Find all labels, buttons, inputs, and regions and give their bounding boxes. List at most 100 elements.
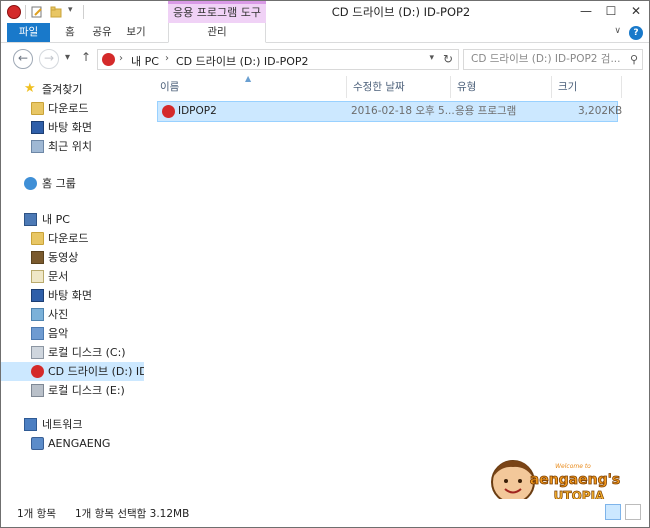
navigation-bar: ← → ▾ ↑ › 내 PC › CD 드라이브 (D:) ID-POP2 ▾ … [1, 44, 649, 74]
nav-item-label: CD 드라이브 (D:) ID-POP2 [48, 365, 144, 378]
breadcrumb-chevron-icon[interactable]: › [165, 53, 169, 64]
nav-item-label: 로컬 디스크 (C:) [48, 346, 126, 359]
cd-drive-icon [31, 365, 44, 378]
properties-icon[interactable] [31, 6, 43, 18]
nav-item-recent[interactable]: 최근 위치 [1, 137, 144, 156]
network-icon [24, 418, 37, 431]
nav-item-label: 바탕 화면 [48, 289, 92, 302]
up-button[interactable]: ↑ [81, 50, 91, 64]
expand-ribbon-icon[interactable]: ∨ [614, 26, 621, 36]
nav-item-label: 문서 [48, 270, 69, 283]
column-header-modified[interactable]: 수정한 날짜 [347, 76, 451, 98]
quick-access-dropdown-icon[interactable]: ▾ [68, 5, 80, 17]
pictures-folder-icon [31, 308, 44, 321]
tab-manage[interactable]: 관리 [168, 23, 266, 43]
breadcrumb-cd-drive[interactable]: CD 드라이브 (D:) ID-POP2 [176, 53, 309, 69]
nav-item-desktop[interactable]: 바탕 화면 [1, 118, 144, 137]
cd-drive-icon [102, 53, 115, 66]
item-count: 1개 항목 [17, 508, 56, 520]
nav-item-network[interactable]: 네트워크 [1, 415, 144, 434]
title-separator [83, 5, 84, 19]
nav-item-label: 다운로드 [48, 232, 89, 245]
column-header-type[interactable]: 유형 [451, 76, 552, 98]
documents-folder-icon [31, 270, 44, 283]
nav-item-this-pc[interactable]: 내 PC [1, 210, 144, 229]
details-view-icon[interactable] [605, 504, 621, 520]
downloads-folder-icon [31, 232, 44, 245]
nav-item-favorites[interactable]: ★ 즐겨찾기 [1, 80, 144, 99]
window-title: CD 드라이브 (D:) ID-POP2 [331, 5, 471, 19]
nav-item-drive-e[interactable]: 로컬 디스크 (E:) [1, 381, 144, 400]
this-pc-icon [24, 213, 37, 226]
file-type: 응용 프로그램 [455, 105, 517, 117]
explorer-window: ▾ 응용 프로그램 도구 CD 드라이브 (D:) ID-POP2 — ☐ ✕ … [0, 0, 650, 528]
nav-item-videos[interactable]: 동영상 [1, 248, 144, 267]
music-folder-icon [31, 327, 44, 340]
search-input[interactable]: CD 드라이브 (D:) ID-POP2 검... ⚲ [463, 49, 643, 70]
tab-share[interactable]: 공유 [89, 23, 115, 42]
title-bar: ▾ 응용 프로그램 도구 CD 드라이브 (D:) ID-POP2 — ☐ ✕ [1, 1, 649, 23]
tab-home[interactable]: 홈 [59, 23, 81, 42]
close-button[interactable]: ✕ [623, 3, 649, 19]
file-name: IDPOP2 [178, 105, 217, 117]
file-size: 3,202KB [578, 105, 623, 117]
nav-item-pictures[interactable]: 사진 [1, 305, 144, 324]
nav-item-drive-d[interactable]: CD 드라이브 (D:) ID-POP2 [1, 362, 144, 381]
tab-view[interactable]: 보기 [123, 23, 149, 42]
selection-info: 1개 항목 선택함 3.12MB [75, 508, 190, 520]
nav-item-pc-downloads[interactable]: 다운로드 [1, 229, 144, 248]
search-placeholder: CD 드라이브 (D:) ID-POP2 검... [471, 53, 621, 65]
breadcrumb-chevron-icon[interactable]: › [119, 53, 123, 64]
search-icon[interactable]: ⚲ [630, 50, 638, 69]
recent-places-icon [31, 140, 44, 153]
column-header-name[interactable]: 이름 [154, 76, 347, 98]
watermark-welcome: Welcome to [555, 463, 591, 470]
nav-item-music[interactable]: 음악 [1, 324, 144, 343]
star-icon: ★ [24, 81, 36, 96]
nav-item-aengaeng[interactable]: AENGAENG [1, 434, 144, 453]
desktop-icon [31, 289, 44, 302]
forward-button[interactable]: → [39, 49, 59, 69]
maximize-button[interactable]: ☐ [598, 3, 624, 19]
network-computer-icon [31, 437, 44, 450]
minimize-button[interactable]: — [573, 3, 599, 19]
app-icon[interactable] [7, 5, 21, 19]
desktop-icon [31, 121, 44, 134]
hard-drive-icon [31, 384, 44, 397]
tab-file[interactable]: 파일 [7, 23, 50, 42]
nav-item-label: 즐겨찾기 [42, 83, 83, 96]
nav-item-pc-desktop[interactable]: 바탕 화면 [1, 286, 144, 305]
quick-access-separator [25, 5, 26, 19]
table-row[interactable]: IDPOP2 2016-02-18 오후 5... 응용 프로그램 3,202K… [157, 101, 622, 122]
address-bar[interactable]: › 내 PC › CD 드라이브 (D:) ID-POP2 ▾ ↻ [97, 49, 459, 70]
context-tab-group-label: 응용 프로그램 도구 [168, 1, 266, 23]
large-icons-view-icon[interactable] [625, 504, 641, 520]
column-header-size[interactable]: 크기 [552, 76, 622, 98]
application-icon [162, 105, 175, 118]
back-button[interactable]: ← [13, 49, 33, 69]
nav-item-label: 네트워크 [42, 418, 83, 431]
nav-item-downloads[interactable]: 다운로드 [1, 99, 144, 118]
nav-item-label: 사진 [48, 308, 69, 321]
nav-item-label: 로컬 디스크 (E:) [48, 384, 125, 397]
nav-item-homegroup[interactable]: 홈 그룹 [1, 174, 144, 193]
watermark-title: aengaeng's [530, 472, 620, 488]
nav-item-label: 음악 [48, 327, 69, 340]
recent-locations-icon[interactable]: ▾ [65, 52, 70, 63]
nav-item-label: AENGAENG [48, 437, 111, 450]
navigation-pane: ★ 즐겨찾기 다운로드 바탕 화면 최근 위치 홈 그룹 내 PC 다운로드 동… [1, 74, 144, 499]
help-icon[interactable]: ? [629, 26, 643, 40]
videos-folder-icon [31, 251, 44, 264]
status-bar: 1개 항목 1개 항목 선택함 3.12MB [1, 499, 649, 527]
downloads-folder-icon [31, 102, 44, 115]
nav-item-drive-c[interactable]: 로컬 디스크 (C:) [1, 343, 144, 362]
system-drive-icon [31, 346, 44, 359]
refresh-icon[interactable]: ↻ [443, 52, 453, 66]
address-dropdown-icon[interactable]: ▾ [429, 53, 434, 63]
nav-item-documents[interactable]: 문서 [1, 267, 144, 286]
breadcrumb-this-pc[interactable]: 내 PC [131, 53, 159, 69]
file-modified: 2016-02-18 오후 5... [351, 105, 455, 117]
nav-item-label: 최근 위치 [48, 140, 92, 153]
ribbon-controls: ∨ ? [607, 26, 643, 40]
new-folder-icon[interactable] [50, 6, 62, 18]
